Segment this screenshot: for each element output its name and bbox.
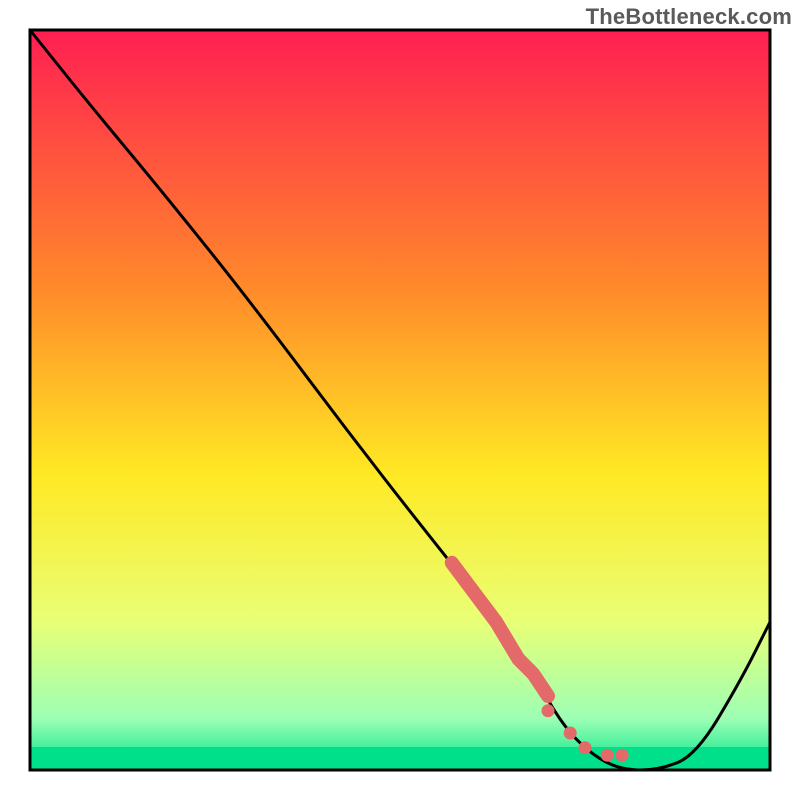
chart-stage: TheBottleneck.com bbox=[0, 0, 800, 800]
highlight-dot bbox=[579, 741, 592, 754]
highlight-dot bbox=[601, 749, 614, 762]
chart-svg bbox=[0, 0, 800, 800]
highlight-dot bbox=[564, 727, 577, 740]
plot-background bbox=[30, 30, 770, 770]
green-band bbox=[30, 747, 770, 770]
highlight-dot bbox=[616, 749, 629, 762]
highlight-dot bbox=[542, 704, 555, 717]
